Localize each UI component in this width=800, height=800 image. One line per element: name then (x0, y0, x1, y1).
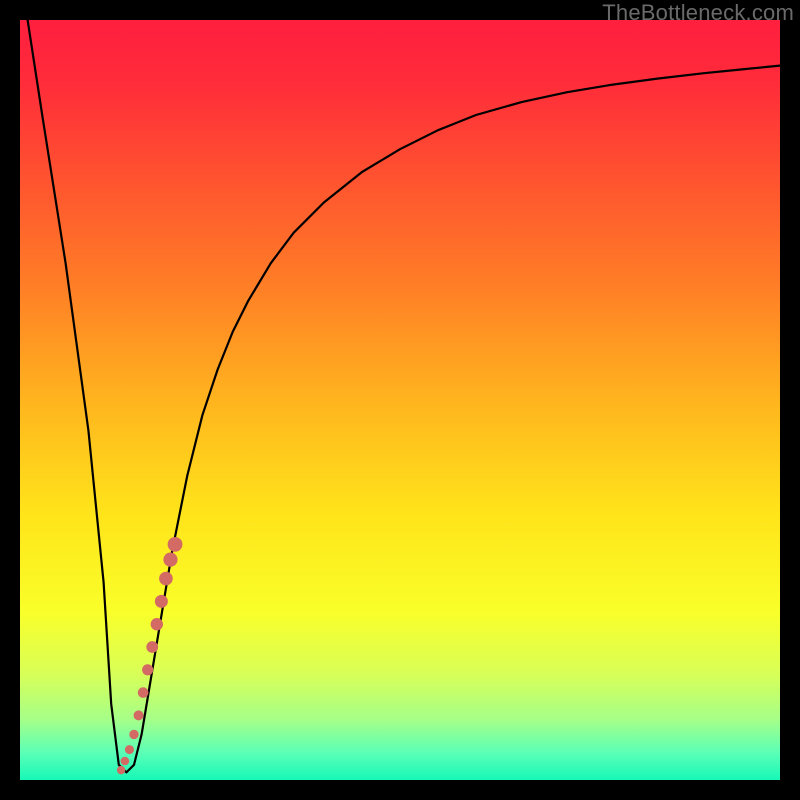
bottleneck-curve (28, 20, 780, 772)
highlight-dot (134, 710, 144, 720)
highlight-dot (151, 618, 163, 630)
highlight-dot (129, 730, 138, 739)
highlight-dot (146, 641, 158, 653)
plot-area (20, 20, 780, 780)
highlight-dots (117, 537, 183, 774)
curve-layer (20, 20, 780, 780)
highlight-dot (168, 537, 183, 552)
highlight-dot (163, 553, 177, 567)
highlight-dot (125, 745, 134, 754)
chart-stage: TheBottleneck.com (0, 0, 800, 800)
highlight-dot (155, 595, 168, 608)
highlight-dot (121, 757, 130, 766)
highlight-dot (159, 572, 173, 586)
highlight-dot (117, 766, 125, 774)
highlight-dot (142, 664, 153, 675)
highlight-dot (138, 687, 149, 698)
